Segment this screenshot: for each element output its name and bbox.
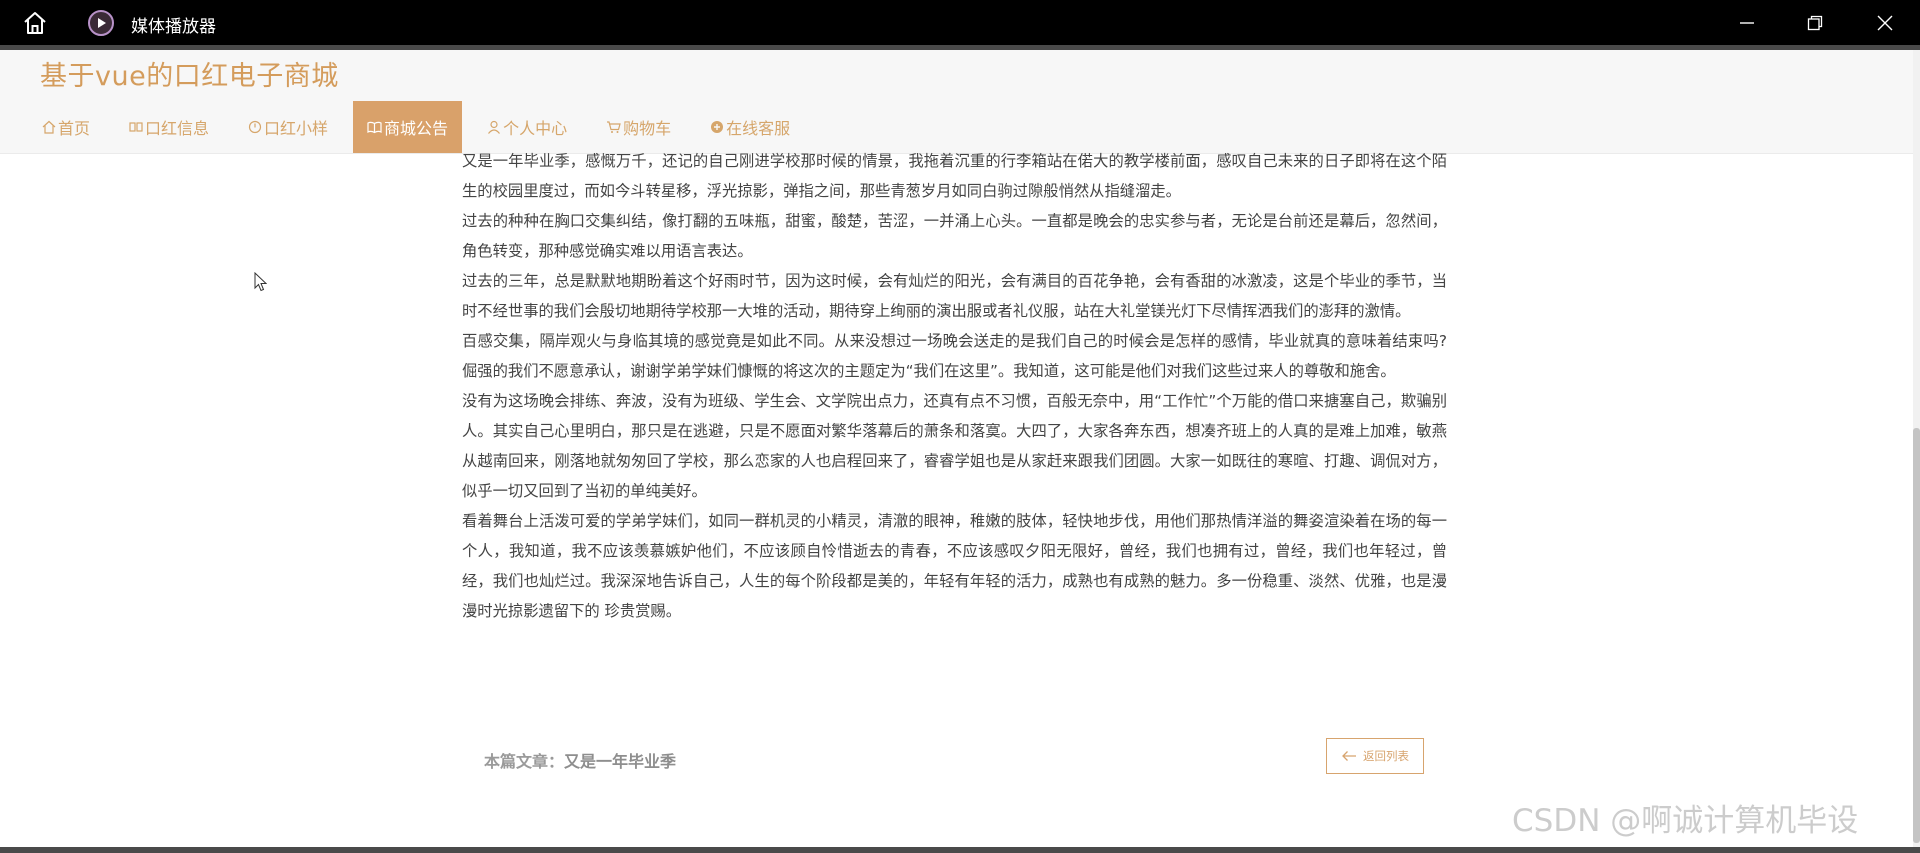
maximize-icon: [1807, 15, 1823, 31]
article-paragraph: 看着舞台上活泼可爱的学弟学妹们，如同一群机灵的小精灵，清澈的眼神，稚嫩的肢体，轻…: [462, 512, 1447, 620]
nav-label: 购物车: [623, 119, 672, 138]
current-article-title: 又是一年毕业季: [564, 752, 677, 771]
article-paragraph: 没有为这场晚会排练、奔波，没有为班级、学生会、文学院出点力，还真有点不习惯，百般…: [462, 392, 1447, 500]
media-player-icon: [88, 10, 114, 36]
nav-label: 个人中心: [503, 119, 568, 138]
window-bottom-border: [0, 847, 1920, 853]
nav-lipstick-samples[interactable]: 口红小样: [234, 101, 342, 153]
home-icon[interactable]: [22, 11, 48, 35]
mouse-cursor-icon: [254, 271, 268, 296]
nav-label: 口红信息: [145, 119, 210, 138]
article-paragraph: 百感交集，隔岸观火与身临其境的感觉竟是如此不同。从来没想过一场晚会送走的是我们自…: [462, 332, 1447, 380]
nav-label: 商城公告: [384, 119, 449, 138]
site-header: 基于vue的口红电子商城 首页 口红信息 口红小样 商城公告 个人中心 购物车 …: [0, 50, 1920, 154]
site-title: 基于vue的口红电子商城: [40, 61, 339, 92]
csdn-watermark: CSDN @啊诚计算机毕设: [1512, 803, 1859, 839]
minimize-button[interactable]: [1713, 0, 1781, 45]
window-title: 媒体播放器: [131, 17, 216, 37]
announcement-article: 又是一年毕业季，感慨万千，还记的自己刚进学校那时候的情景，我拖着沉重的行李箱站在…: [462, 146, 1447, 626]
nav-home[interactable]: 首页: [28, 101, 104, 153]
home-icon: [42, 120, 56, 134]
current-article-label: 本篇文章：又是一年毕业季: [484, 748, 676, 772]
nav-label: 首页: [58, 119, 91, 138]
article-paragraph: 又是一年毕业季，感慨万千，还记的自己刚进学校那时候的情景，我拖着沉重的行李箱站在…: [462, 152, 1447, 200]
minimize-icon: [1740, 22, 1754, 24]
clock-icon: [248, 120, 262, 134]
nav-label: 在线客服: [726, 119, 791, 138]
article-paragraph: 过去的种种在胸口交集纠结，像打翻的五味瓶，甜蜜，酸楚，苦涩，一并涌上心头。一直都…: [462, 212, 1447, 260]
close-icon: [1877, 15, 1893, 31]
chat-icon: [711, 121, 724, 133]
page-scrollbar[interactable]: [1913, 50, 1920, 847]
scrollbar-thumb[interactable]: [1913, 428, 1920, 843]
maximize-button[interactable]: [1781, 0, 1849, 45]
close-button[interactable]: [1851, 0, 1919, 45]
user-icon: [488, 120, 501, 134]
article-footer: 本篇文章：又是一年毕业季 返回列表: [462, 736, 1427, 780]
window-titlebar: 媒体播放器: [0, 0, 1920, 45]
nav-lipstick-info[interactable]: 口红信息: [115, 101, 223, 153]
article-paragraph: 过去的三年，总是默默地期盼着这个好雨时节，因为这时候，会有灿烂的阳光，会有满目的…: [462, 272, 1447, 320]
current-article-prefix: 本篇文章：: [484, 752, 565, 771]
back-to-list-button[interactable]: 返回列表: [1326, 738, 1424, 774]
cart-icon: [607, 121, 621, 133]
nav-announcements[interactable]: 商城公告: [353, 101, 463, 153]
back-button-label: 返回列表: [1363, 749, 1409, 763]
nav-label: 口红小样: [264, 119, 329, 138]
grid-icon: [129, 122, 143, 132]
arrow-left-icon: [1342, 751, 1356, 761]
book-icon: [367, 121, 382, 134]
